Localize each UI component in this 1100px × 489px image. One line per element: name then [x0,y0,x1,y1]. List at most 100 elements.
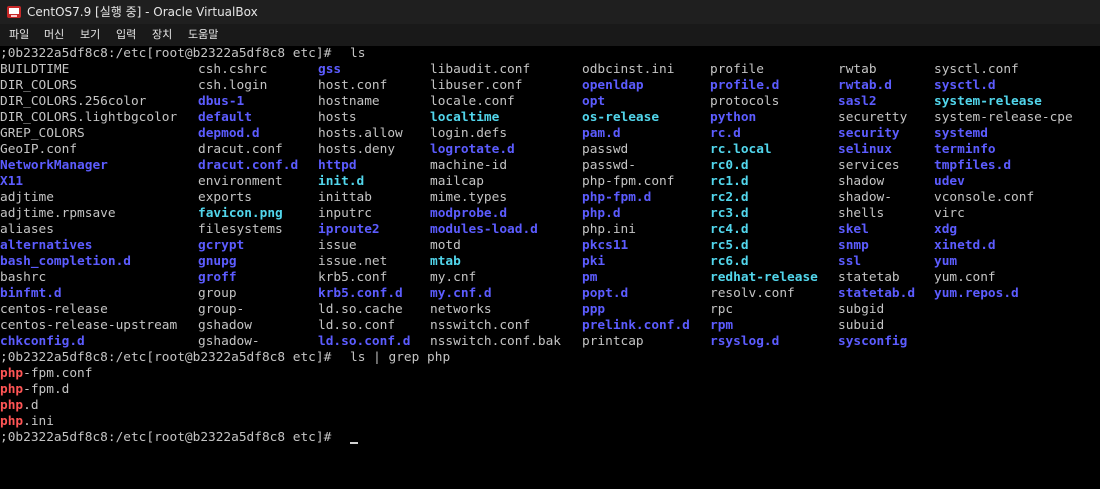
directory-entry: pki [582,254,606,269]
directory-entry: httpd [318,158,357,173]
grep-match: php [0,382,24,397]
directory-entry: profile.d [710,78,780,93]
file-entry: machine-id [430,158,508,173]
symlink-entry: rc1.d [710,174,749,189]
file-entry: DIR_COLORS.256color [0,94,147,109]
directory-entry: dbus-1 [198,94,245,109]
file-entry: BUILDTIME [0,62,70,77]
file-entry: shadow [838,174,885,189]
symlink-entry: os-release [582,110,660,125]
file-entry: networks [430,302,492,317]
file-entry: subgid [838,302,885,317]
grep-match: php [0,366,24,381]
ls-output-row: GREP_COLORS depmod.d hosts.allow login.defs… [0,126,1100,142]
symlink-entry: rc0.d [710,158,749,173]
symlink-entry: rc6.d [710,254,749,269]
file-entry: passwd- [582,158,636,173]
file-entry: hosts.deny [318,142,396,157]
file-entry: protocols [710,94,780,109]
file-entry: inputrc [318,206,372,221]
directory-entry: iproute2 [318,222,380,237]
menu-input[interactable]: 입력 [116,28,136,42]
file-entry: system-release-cpe [934,110,1073,125]
file-entry: issue.net [318,254,388,269]
file-entry: shells [838,206,885,221]
grep-match: php [0,398,24,413]
ls-output-row: DIR_COLORS csh.login host.conf libuser.conf… [0,78,1100,94]
symlink-entry: rc3.d [710,206,749,221]
symlink-entry: rc2.d [710,190,749,205]
file-entry: virc [934,206,965,221]
terminal-input-line[interactable]: ;0b2322a5df8c8:/etc[root@b2322a5df8c8 et… [0,430,1100,446]
directory-entry: rsyslog.d [710,334,780,349]
menu-help[interactable]: 도움말 [188,28,218,42]
ls-output-row: NetworkManager dracut.conf.d httpd machine-… [0,158,1100,174]
grep-rest: -fpm.d [23,382,70,397]
menu-file[interactable]: 파일 [9,28,29,42]
symlink-entry: rc4.d [710,222,749,237]
file-entry: printcap [582,334,644,349]
symlink-entry: rc.local [710,142,772,157]
ls-output-row: aliases filesystems iproute2 modules-load.d… [0,222,1100,238]
directory-entry: opt [582,94,606,109]
file-entry: statetab [838,270,900,285]
file-entry: my.cnf [430,270,477,285]
file-entry: GeoIP.conf [0,142,78,157]
ls-output-row: DIR_COLORS.lightbgcolor default hosts local… [0,110,1100,126]
file-entry: ld.so.cache [318,302,403,317]
grep-rest: .d [23,398,39,413]
directory-entry: xdg [934,222,958,237]
grep-result-line: php-fpm.d [0,382,1100,398]
directory-entry: groff [198,270,237,285]
file-entry: group [198,286,237,301]
directory-entry: default [198,110,252,125]
file-entry: csh.login [198,78,268,93]
grep-result-line: php.ini [0,414,1100,430]
directory-entry: chkconfig.d [0,334,85,349]
file-entry: DIR_COLORS [0,78,78,93]
directory-entry: rpm [710,318,734,333]
file-entry: dracut.conf [198,142,283,157]
terminal-line: ;0b2322a5df8c8:/etc[root@b2322a5df8c8 et… [0,350,1100,366]
file-entry: php.ini [582,222,636,237]
grep-rest: .ini [23,414,54,429]
file-entry: filesystems [198,222,283,237]
directory-entry: alternatives [0,238,93,253]
ls-output-row: bashrc groff krb5.conf my.cnf pm redhat-relea… [0,270,1100,286]
file-entry: DIR_COLORS.lightbgcolor [0,110,178,125]
menu-machine[interactable]: 머신 [44,28,64,42]
file-entry: mime.types [430,190,508,205]
directory-entry: snmp [838,238,869,253]
file-entry: securetty [838,110,908,125]
directory-entry: pm [582,270,598,285]
file-entry: rwtab [838,62,877,77]
ls-output-row: binfmt.d group krb5.conf.d my.cnf.d popt.d re… [0,286,1100,302]
file-entry: hosts [318,110,357,125]
directory-entry: yum [934,254,958,269]
directory-entry: statetab.d [838,286,916,301]
directory-entry: sasl2 [838,94,877,109]
file-entry: rpc [710,302,734,317]
menu-devices[interactable]: 장치 [152,28,172,42]
ls-output-row: centos-release group-ld.so.cache networks p… [0,302,1100,318]
directory-entry: modules-load.d [430,222,538,237]
ls-output-row: X11 environment init.d mailcap php-fpm.conf r… [0,174,1100,190]
directory-entry: pkcs11 [582,238,629,253]
directory-entry: gcrypt [198,238,245,253]
shell-prompt: ;0b2322a5df8c8:/etc[root@b2322a5df8c8 et… [0,46,339,61]
window-title: CentOS7.9 [실행 중] - Oracle VirtualBox [27,5,258,19]
file-entry: libuser.conf [430,78,523,93]
directory-entry: krb5.conf.d [318,286,403,301]
directory-entry: python [710,110,757,125]
window-title-bar[interactable]: CentOS7.9 [실행 중] - Oracle VirtualBox [0,0,1100,24]
file-entry: adjtime [0,190,54,205]
file-entry: profile [710,62,764,77]
ls-output-row: GeoIP.conf dracut.conf hosts.deny logrotate… [0,142,1100,158]
directory-entry: security [838,126,900,141]
file-entry: centos-release-upstream [0,318,178,333]
directory-entry: systemd [934,126,988,141]
menu-view[interactable]: 보기 [80,28,100,42]
vm-console-screen[interactable]: ;0b2322a5df8c8:/etc[root@b2322a5df8c8 et… [0,46,1100,489]
file-entry: host.conf [318,78,388,93]
directory-entry: prelink.conf.d [582,318,690,333]
